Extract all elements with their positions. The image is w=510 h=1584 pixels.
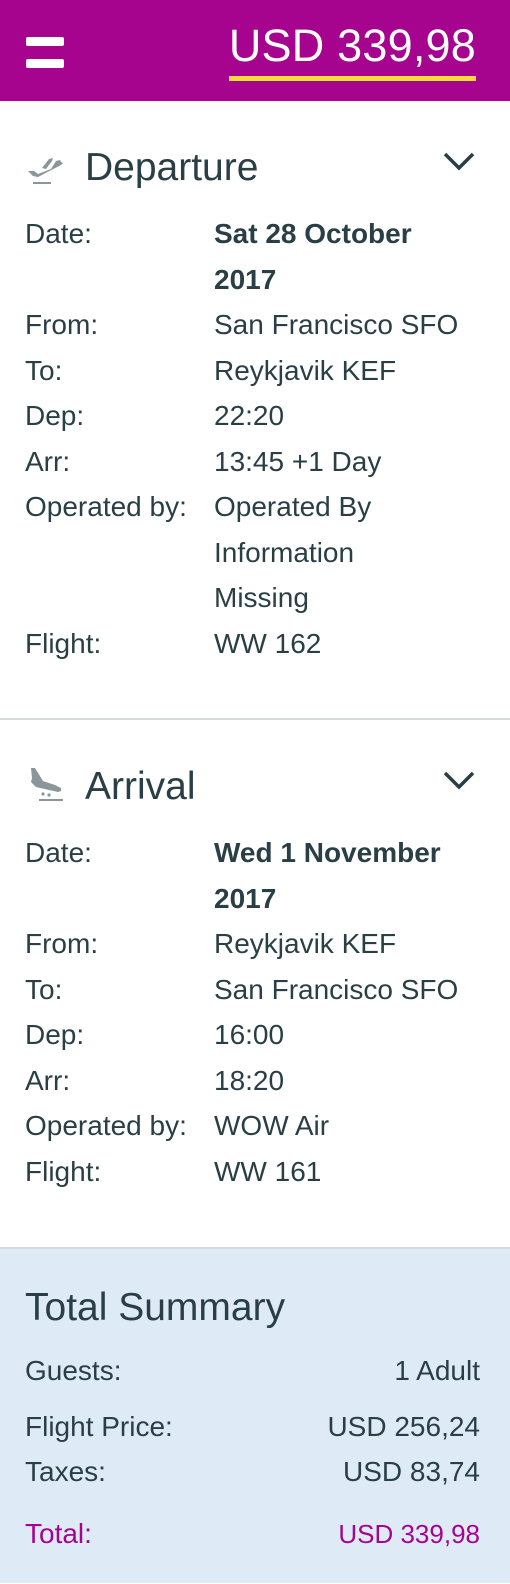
detail-value: San Francisco SFO bbox=[214, 973, 459, 1005]
summary-label: Total: bbox=[25, 1518, 92, 1549]
detail-value: WW 161 bbox=[214, 1155, 322, 1187]
summary-row-taxes: Taxes: USD 83,74 bbox=[25, 1452, 480, 1492]
chevron-down-icon[interactable] bbox=[442, 143, 476, 177]
header-total-price[interactable]: USD 339,98 bbox=[228, 18, 476, 81]
detail-row-from: From: San Francisco SFO bbox=[25, 302, 484, 348]
detail-row-to: To: Reykjavik KEF bbox=[25, 348, 484, 394]
detail-label: Date: bbox=[25, 837, 92, 868]
detail-label: From: bbox=[25, 309, 99, 340]
detail-row-operated-by: Operated by: Operated By Information Mis… bbox=[25, 484, 484, 621]
detail-row-date: Date: Wed 1 November 2017 bbox=[25, 830, 484, 921]
detail-row-from: From: Reykjavik KEF bbox=[25, 921, 484, 967]
detail-label: From: bbox=[25, 928, 99, 959]
detail-label: To: bbox=[25, 973, 63, 1005]
detail-label: Dep: bbox=[25, 1019, 85, 1050]
summary-row-flight-price: Flight Price: USD 256,24 bbox=[25, 1407, 480, 1447]
departure-title: Departure bbox=[85, 146, 259, 189]
detail-value: Sat 28 October 2017 bbox=[214, 211, 484, 302]
detail-value-line: Information bbox=[214, 536, 355, 568]
summary-title: Total Summary bbox=[25, 1286, 286, 1329]
detail-label: Flight: bbox=[25, 1155, 102, 1187]
arrival-section: Arrival Date: Wed 1 November 2017 From: … bbox=[0, 720, 510, 1247]
detail-value-line: Missing bbox=[214, 582, 309, 613]
detail-value-line: 2017 bbox=[214, 882, 277, 914]
summary-label: Flight Price: bbox=[25, 1411, 173, 1442]
detail-value: WOW Air bbox=[214, 1110, 330, 1141]
detail-value: Wed 1 November 2017 bbox=[214, 830, 484, 921]
departure-details: Date: Sat 28 October 2017 From: San Fran… bbox=[25, 145, 484, 666]
detail-value: 16:00 bbox=[214, 1019, 285, 1050]
summary-value: 1 Adult bbox=[394, 1355, 480, 1386]
detail-row-flight: Flight: WW 161 bbox=[25, 1149, 484, 1195]
summary-value: USD 256,24 bbox=[327, 1411, 480, 1442]
arrival-title: Arrival bbox=[85, 765, 196, 808]
detail-row-dep: Dep: 22:20 bbox=[25, 393, 484, 439]
arrival-details: Date: Wed 1 November 2017 From: Reykjavi… bbox=[25, 764, 484, 1194]
detail-row-arr: Arr: 18:20 bbox=[25, 1058, 484, 1104]
detail-value: Reykjavik KEF bbox=[214, 354, 397, 386]
summary-row-total: Total: USD 339,98 bbox=[25, 1514, 480, 1554]
detail-value: San Francisco SFO bbox=[214, 309, 459, 340]
detail-label: Arr: bbox=[25, 445, 71, 477]
detail-row-operated-by: Operated by: WOW Air bbox=[25, 1103, 484, 1149]
detail-value: Reykjavik KEF bbox=[214, 928, 397, 959]
detail-value-line: Wed 1 November bbox=[214, 837, 441, 868]
detail-label: Dep: bbox=[25, 400, 85, 431]
detail-value: 18:20 bbox=[214, 1064, 285, 1096]
detail-label: Arr: bbox=[25, 1064, 71, 1096]
detail-value-line: Sat 28 October bbox=[214, 218, 412, 249]
detail-label: Operated by: bbox=[25, 491, 187, 522]
detail-row-dep: Dep: 16:00 bbox=[25, 1012, 484, 1058]
chevron-down-icon[interactable] bbox=[442, 762, 476, 796]
detail-row-flight: Flight: WW 162 bbox=[25, 621, 484, 667]
hamburger-menu-icon[interactable] bbox=[26, 37, 64, 71]
detail-label: Operated by: bbox=[25, 1110, 187, 1141]
detail-label: To: bbox=[25, 354, 63, 386]
top-bar: USD 339,98 bbox=[0, 0, 510, 101]
summary-value: USD 83,74 bbox=[343, 1456, 480, 1487]
summary-row-guests: Guests: 1 Adult bbox=[25, 1351, 480, 1391]
summary-label: Guests: bbox=[25, 1355, 122, 1386]
plane-landing-icon bbox=[31, 768, 63, 801]
detail-value: 13:45 +1 Day bbox=[214, 445, 382, 477]
detail-value-line: Operated By bbox=[214, 491, 372, 522]
detail-label: Date: bbox=[25, 218, 92, 249]
total-summary-panel: Total Summary Guests: 1 Adult Flight Pri… bbox=[0, 1249, 510, 1583]
detail-row-arr: Arr: 13:45 +1 Day bbox=[25, 439, 484, 485]
detail-row-to: To: San Francisco SFO bbox=[25, 967, 484, 1013]
detail-value-line: 2017 bbox=[214, 263, 277, 295]
detail-value: 22:20 bbox=[214, 400, 285, 431]
summary-label: Taxes: bbox=[25, 1456, 106, 1487]
plane-takeoff-icon bbox=[28, 158, 63, 184]
detail-value: Operated By Information Missing bbox=[214, 484, 484, 621]
summary-total-value: USD 339,98 bbox=[338, 1519, 480, 1549]
detail-value: WW 162 bbox=[214, 627, 322, 659]
departure-section: Departure Date: Sat 28 October 2017 From… bbox=[0, 101, 510, 718]
detail-label: Flight: bbox=[25, 627, 102, 659]
detail-row-date: Date: Sat 28 October 2017 bbox=[25, 211, 484, 302]
